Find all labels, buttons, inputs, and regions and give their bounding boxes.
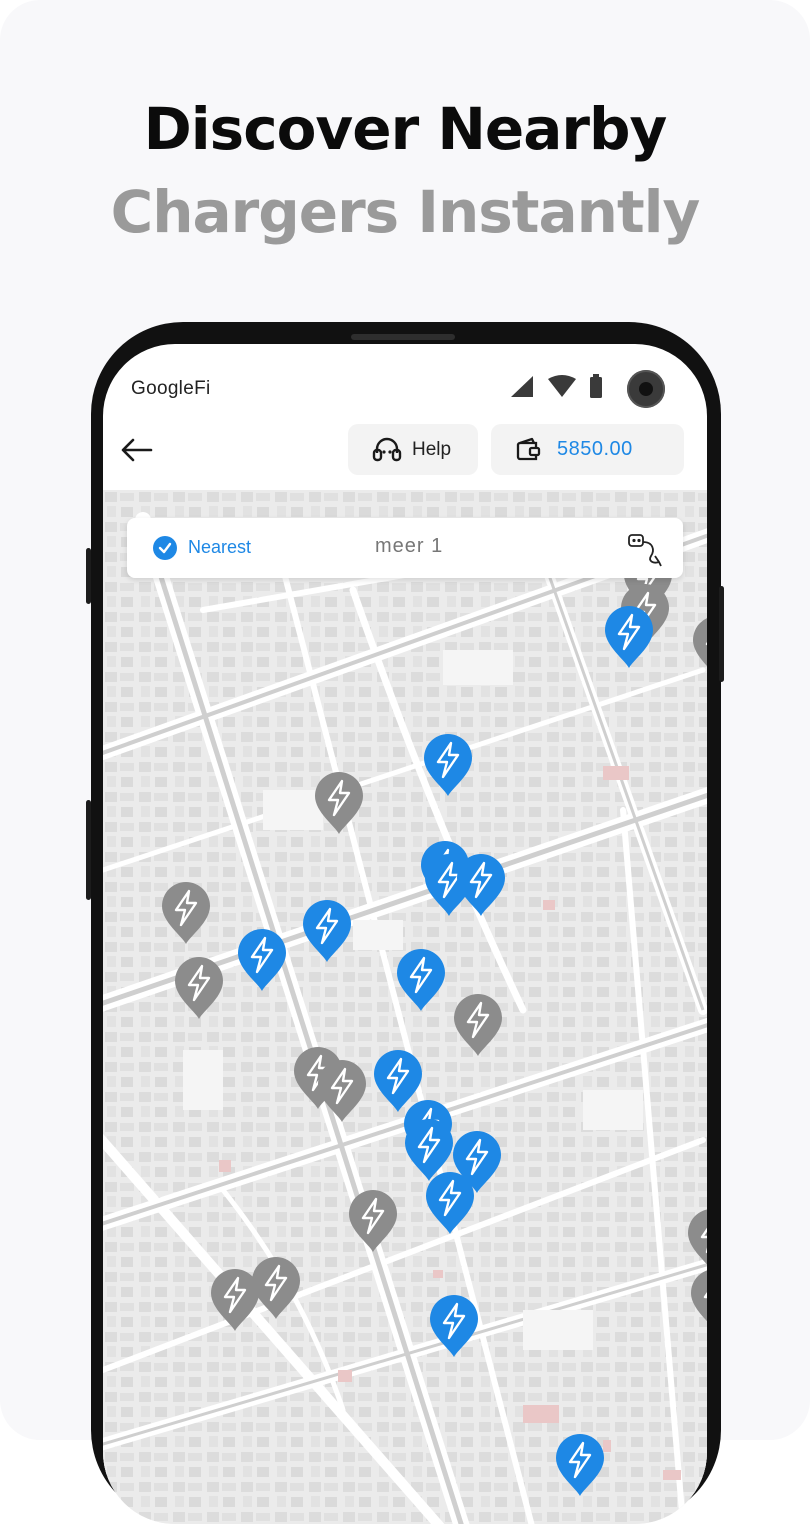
front-camera [627, 370, 665, 408]
nearest-checkbox[interactable] [153, 536, 177, 560]
signal-icon [511, 376, 533, 397]
wallet-balance: 5850.00 [557, 438, 633, 460]
app-screen: GoogleFi Help 5850.00 Nearest meer 1 [103, 344, 707, 1524]
map-view[interactable] [103, 490, 707, 1524]
power-button [719, 586, 724, 682]
status-icons [508, 372, 620, 406]
check-icon [158, 542, 172, 554]
carrier-label: GoogleFi [131, 378, 211, 399]
volume-button [86, 548, 91, 604]
filter-bar: Nearest meer 1 [127, 518, 683, 578]
wifi-icon [548, 375, 576, 397]
nearest-label[interactable]: Nearest [188, 537, 251, 558]
map-background [103, 490, 707, 1524]
side-button [86, 800, 91, 900]
headline-primary: Discover Nearby [143, 95, 668, 163]
wallet-icon [515, 436, 543, 464]
back-button[interactable] [119, 432, 155, 468]
connector-selector[interactable]: meer 1 [375, 535, 443, 558]
headline-secondary: Chargers Instantly [110, 178, 701, 246]
help-label: Help [412, 438, 452, 460]
speaker-grille [351, 334, 455, 340]
ev-plug-icon[interactable] [625, 530, 665, 572]
wallet-balance-button[interactable]: 5850.00 [491, 424, 684, 475]
help-button[interactable]: Help [348, 424, 478, 475]
battery-icon [590, 377, 602, 398]
arrow-left-icon [121, 438, 153, 462]
headset-icon [372, 436, 402, 464]
